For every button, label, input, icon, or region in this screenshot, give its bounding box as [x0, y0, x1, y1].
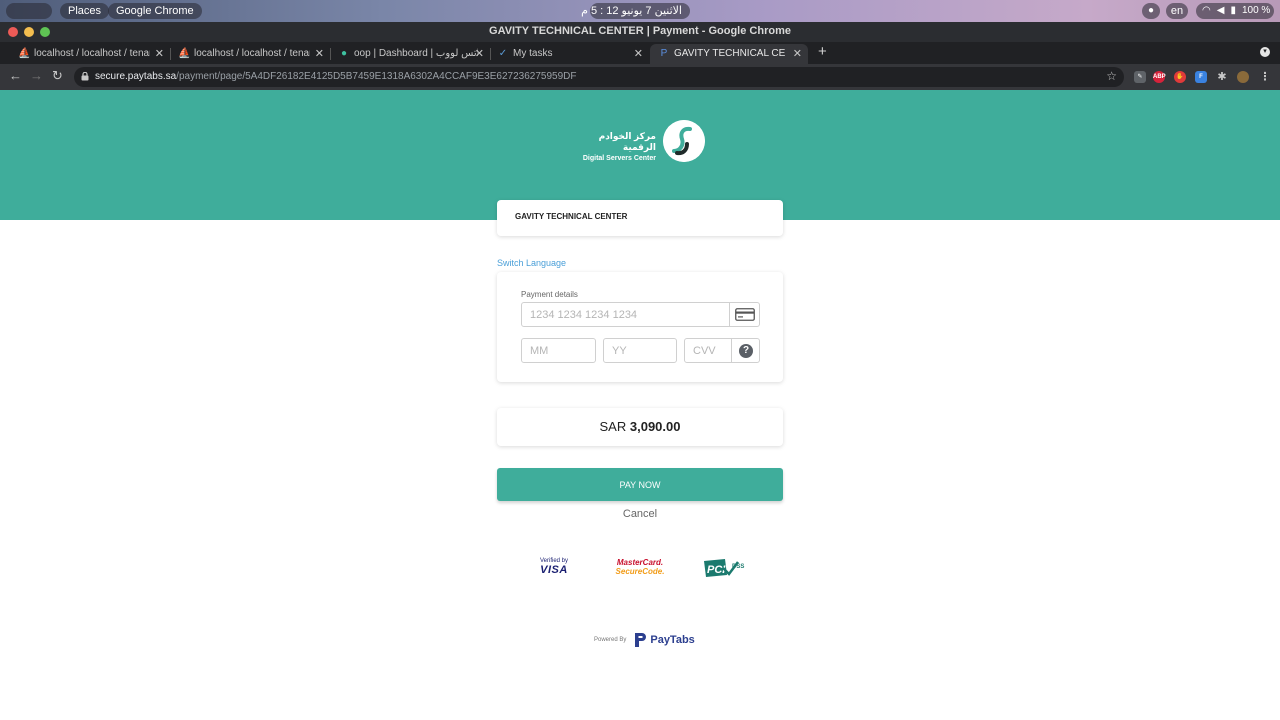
- clock[interactable]: الاثنين 7 يونيو 12 : 5 م: [581, 3, 690, 19]
- phpmyadmin-icon: ⛵: [18, 48, 31, 59]
- tasks-icon: ✓: [498, 48, 508, 59]
- logo-mark-icon: [663, 120, 705, 162]
- volume-icon: ◀: [1216, 5, 1225, 16]
- chat-icon: ●: [340, 48, 348, 59]
- places-menu[interactable]: Places: [60, 3, 110, 19]
- apple-icon[interactable]: [6, 3, 52, 19]
- tab-payment[interactable]: P GAVITY TECHNICAL CENTER | ✕: [650, 44, 808, 64]
- payment-details-card: Payment details ?: [497, 272, 783, 382]
- verified-by-visa-badge: Verified by VISA: [539, 558, 569, 576]
- window-titlebar: GAVITY TECHNICAL CENTER | Payment - Goog…: [0, 22, 1280, 42]
- back-arrow-icon[interactable]: ←: [9, 69, 22, 83]
- reload-icon[interactable]: ↻: [52, 69, 63, 83]
- battery-icon: ▮: [1230, 5, 1236, 16]
- expiry-month-field: [521, 338, 596, 363]
- profile-avatar[interactable]: [1237, 71, 1249, 83]
- cvv-field: ?: [684, 338, 760, 363]
- expiry-year-field: [603, 338, 677, 363]
- card-number-input[interactable]: [522, 303, 759, 326]
- browser-toolbar: ← → ↻ secure.paytabs.sa/payment/page/5A4…: [0, 64, 1280, 90]
- tab-phpmyadmin-1[interactable]: ⛵ localhost / localhost / tenant_ ✕: [18, 44, 171, 64]
- close-tab-icon[interactable]: ✕: [155, 45, 164, 63]
- adblock-icon[interactable]: ABP: [1153, 71, 1166, 83]
- mastercard-securecode-badge: MasterCard. SecureCode.: [615, 558, 665, 576]
- paytabs-icon: P: [660, 48, 668, 59]
- amount-value: 3,090.00: [629, 419, 681, 434]
- url-text: secure.paytabs.sa/payment/page/5A4DF2618…: [95, 71, 576, 82]
- switch-language-link[interactable]: Switch Language: [497, 258, 566, 268]
- phpmyadmin-icon: ⛵: [178, 48, 191, 59]
- credit-card-icon: [735, 308, 755, 321]
- lock-icon: [81, 72, 89, 81]
- powered-by-label: Powered By: [594, 637, 627, 643]
- shield-icon[interactable]: ●: [1142, 3, 1160, 19]
- cancel-link[interactable]: Cancel: [497, 508, 783, 520]
- logo-arabic-text: مركز الخوادم الرقمية: [598, 131, 656, 152]
- merchant-card: GAVITY TECHNICAL CENTER: [497, 200, 783, 236]
- language-indicator[interactable]: en: [1166, 3, 1188, 19]
- card-number-field: [521, 302, 760, 327]
- forward-arrow-icon[interactable]: →: [30, 69, 43, 83]
- paytabs-logo-icon: [635, 633, 647, 647]
- app-menu[interactable]: Google Chrome: [108, 3, 202, 19]
- extensions-puzzle-icon[interactable]: ✱: [1216, 71, 1228, 83]
- system-tray[interactable]: ◠ ◀ ▮ 100 %: [1196, 3, 1274, 19]
- merchant-logo: مركز الخوادم الرقمية Digital Servers Cen…: [576, 120, 708, 164]
- new-tab-button[interactable]: +: [818, 44, 827, 60]
- battery-level: 100 %: [1241, 5, 1271, 16]
- close-tab-icon[interactable]: ✕: [475, 45, 484, 63]
- extension-pen-icon[interactable]: ✎: [1134, 71, 1146, 83]
- currency-label: SAR: [599, 419, 627, 434]
- window-title: GAVITY TECHNICAL CENTER | Payment - Goog…: [489, 25, 791, 37]
- tab-my-tasks[interactable]: ✓ My tasks ✕: [497, 44, 649, 64]
- close-tab-icon[interactable]: ✕: [793, 45, 802, 63]
- expiry-month-input[interactable]: [522, 339, 595, 362]
- pay-now-button[interactable]: PAY NOW: [497, 468, 783, 501]
- merchant-name: GAVITY TECHNICAL CENTER: [515, 212, 628, 221]
- kebab-menu-icon[interactable]: ⋮: [1259, 71, 1271, 83]
- system-menu-bar: Places Google Chrome الاثنين 7 يونيو 12 …: [0, 0, 1280, 22]
- bookmark-star-icon[interactable]: ☆: [1106, 69, 1117, 83]
- question-mark-icon[interactable]: ?: [739, 344, 753, 358]
- wifi-icon: ◠: [1202, 5, 1211, 16]
- powered-by: Powered By PayTabs: [594, 632, 695, 648]
- close-tab-icon[interactable]: ✕: [315, 45, 324, 63]
- tab-strip: ⛵ localhost / localhost / tenant_ ✕ ⛵ lo…: [0, 42, 1280, 64]
- url-path: /payment/page/5A4DF26182E4125D5B7459E131…: [176, 71, 577, 82]
- paytabs-name: PayTabs: [650, 634, 695, 646]
- tab-phpmyadmin-2[interactable]: ⛵ localhost / localhost / tenant_ ✕: [178, 44, 331, 64]
- amount-card: SAR 3,090.00: [497, 408, 783, 446]
- expiry-year-input[interactable]: [604, 339, 676, 362]
- extension-hand-icon[interactable]: ✋: [1174, 71, 1186, 83]
- tab-dashboard[interactable]: ● oop | Dashboard | واتس لووب ✕: [338, 44, 491, 64]
- logo-english-text: Digital Servers Center: [582, 155, 656, 162]
- address-bar[interactable]: secure.paytabs.sa/payment/page/5A4DF2618…: [74, 67, 1124, 87]
- tab-search-icon[interactable]: ▾: [1260, 47, 1270, 57]
- extension-f-icon[interactable]: F: [1195, 71, 1207, 83]
- url-host: secure.paytabs.sa: [95, 71, 177, 82]
- pci-dss-badge: PCI DSS: [704, 559, 744, 577]
- close-tab-icon[interactable]: ✕: [634, 45, 643, 63]
- dss-text: DSS: [732, 564, 744, 570]
- payment-page: مركز الخوادم الرقمية Digital Servers Cen…: [0, 90, 1280, 720]
- payment-details-label: Payment details: [521, 290, 578, 299]
